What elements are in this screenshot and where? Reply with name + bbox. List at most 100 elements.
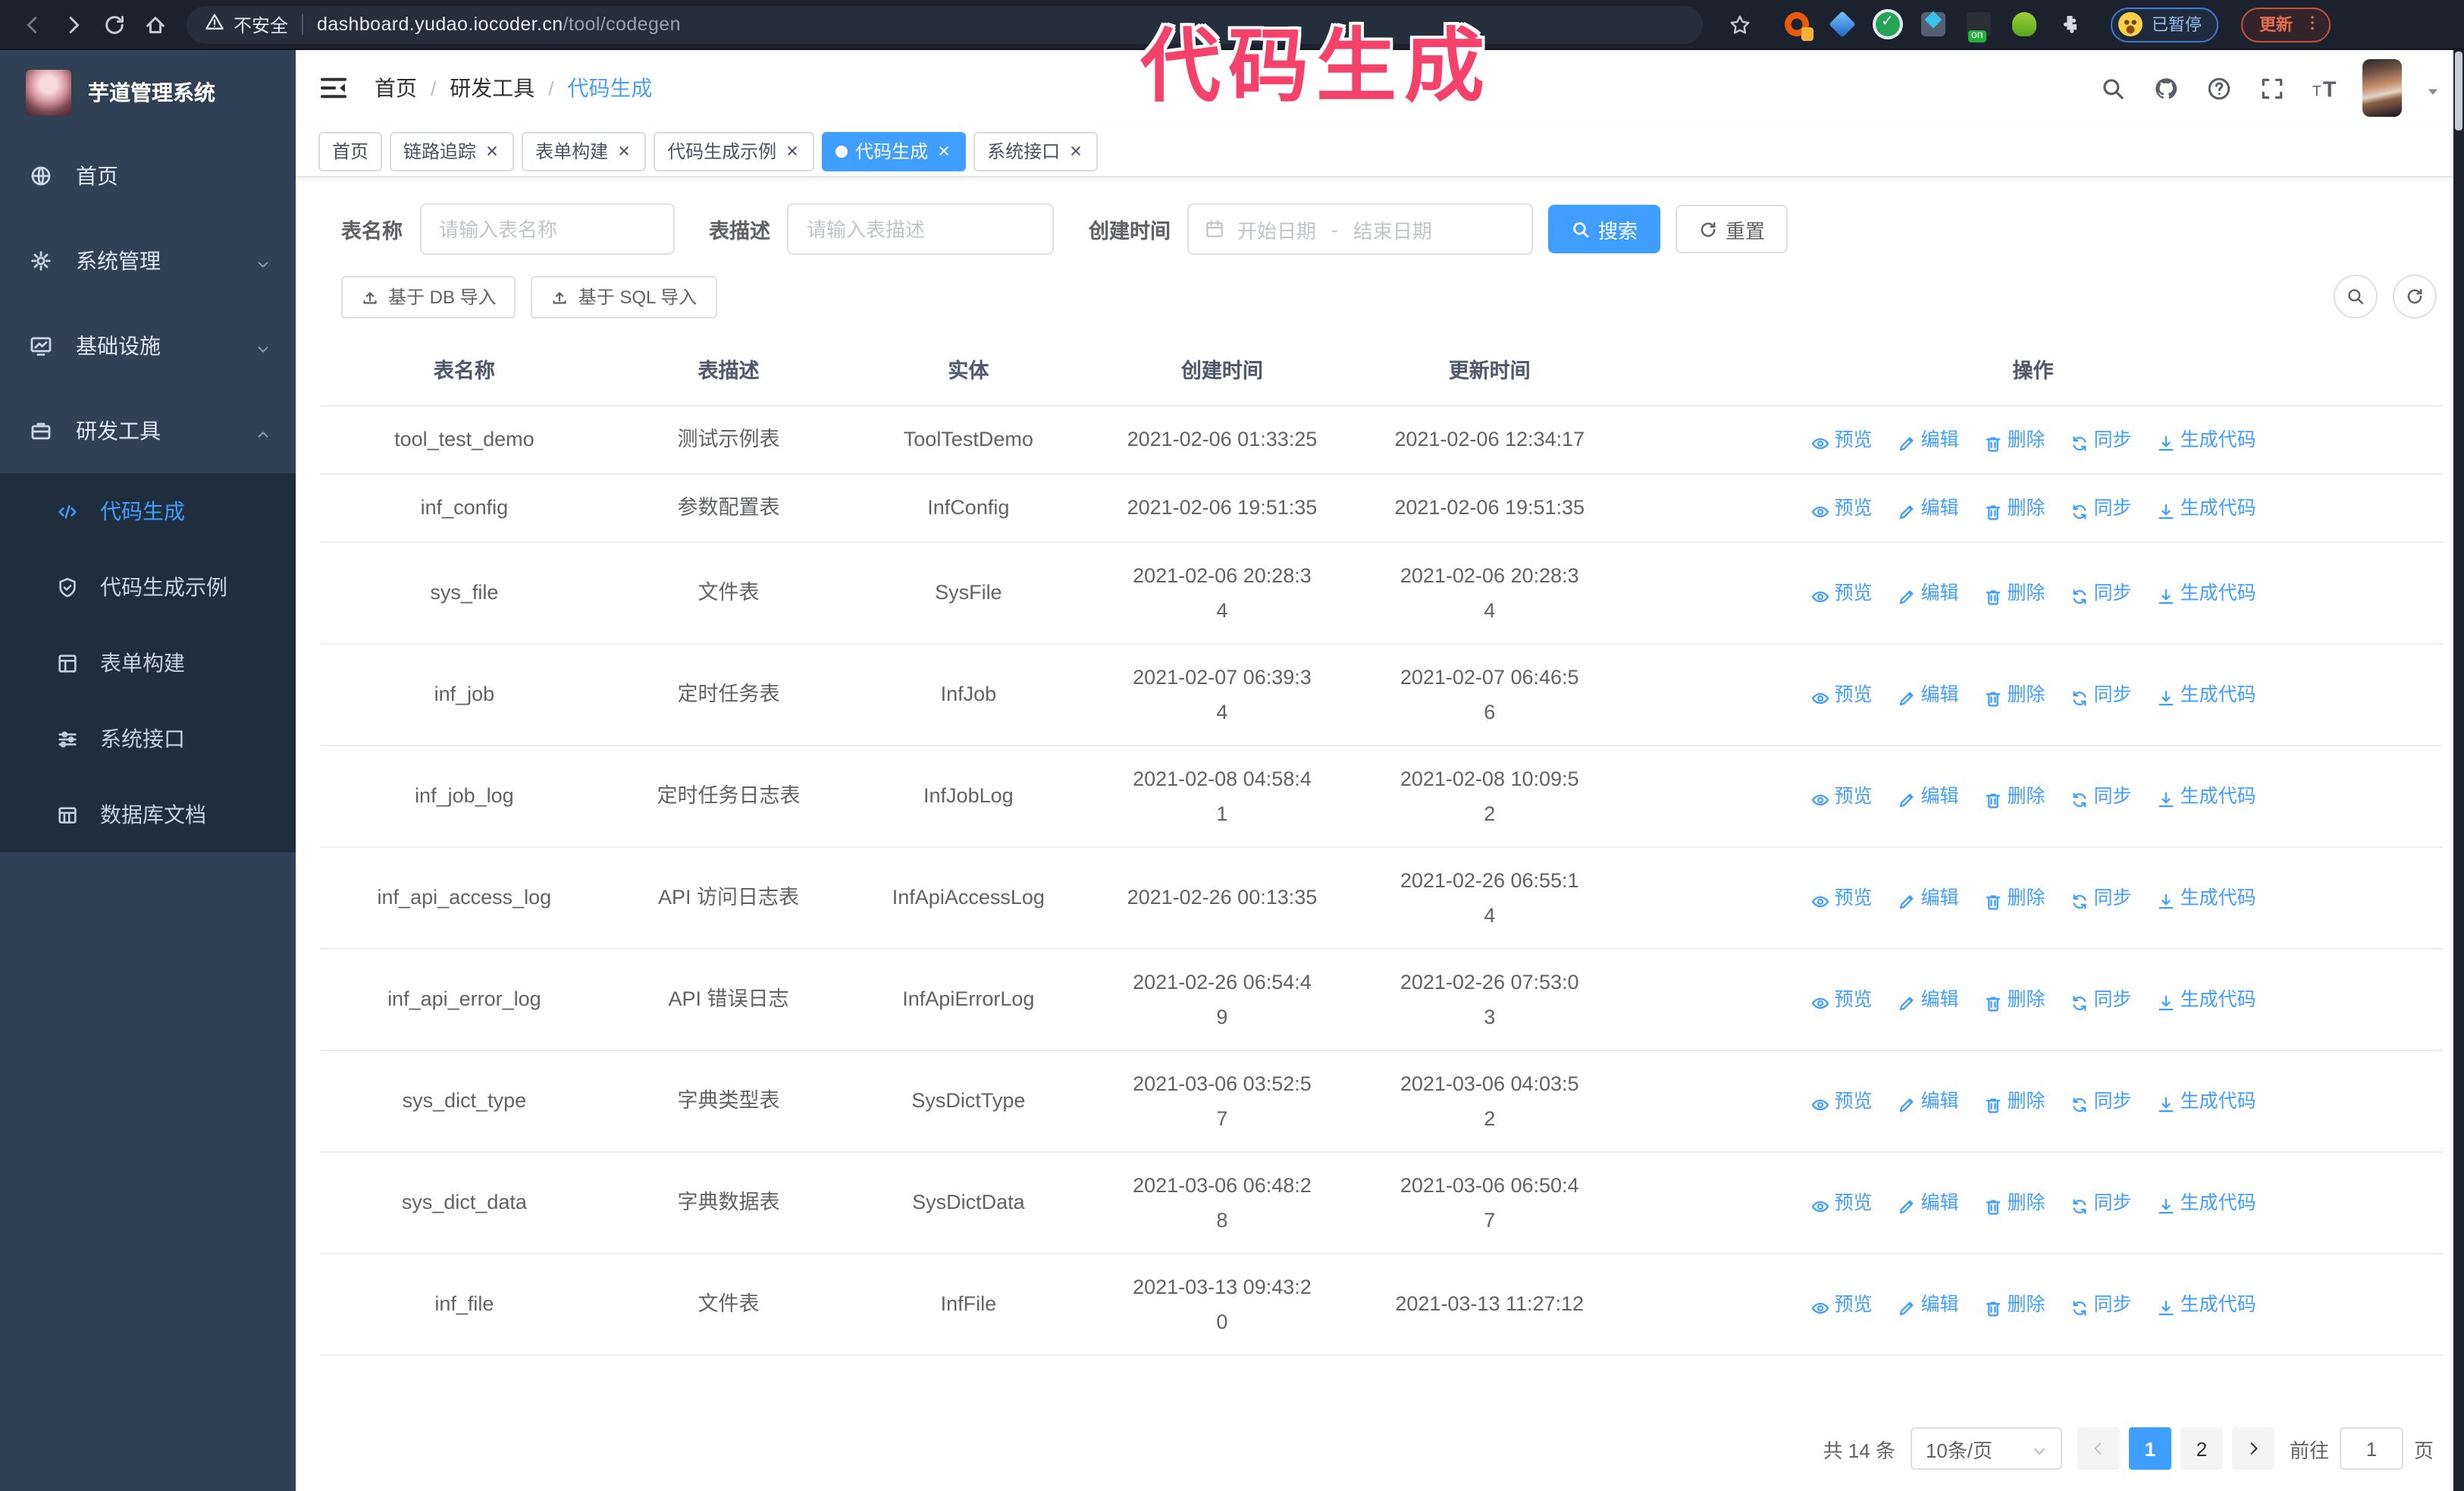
close-icon[interactable] [1067, 143, 1084, 159]
toggle-search-button[interactable] [2334, 275, 2378, 319]
sidebar-item[interactable]: 基础设施 [0, 303, 296, 388]
sidebar-subitem[interactable]: 数据库文档 [0, 777, 296, 852]
app-logo-row[interactable]: 芋道管理系统 [0, 50, 296, 133]
search-button[interactable]: 搜索 [1548, 205, 1661, 253]
sidebar-item[interactable]: 研发工具 [0, 388, 296, 473]
extension-check-icon[interactable] [1876, 12, 1900, 36]
extension-on-icon[interactable] [1967, 12, 1991, 42]
table-name-input[interactable] [419, 203, 674, 255]
action-delete[interactable]: 删除 [1983, 1085, 2045, 1119]
action-sync[interactable]: 同步 [2070, 780, 2132, 815]
profile-paused-badge[interactable]: 已暂停 [2111, 7, 2218, 42]
action-edit[interactable]: 编辑 [1897, 881, 1959, 916]
next-page-button[interactable] [2231, 1427, 2274, 1470]
forward-icon[interactable] [56, 8, 89, 41]
action-preview[interactable]: 预览 [1810, 576, 1873, 611]
close-icon[interactable] [936, 143, 952, 159]
github-icon[interactable] [2150, 73, 2180, 103]
date-range-picker[interactable]: 开始日期 - 结束日期 [1187, 203, 1533, 255]
action-sync[interactable]: 同步 [2070, 983, 2132, 1018]
action-preview[interactable]: 预览 [1810, 1085, 1873, 1119]
search-icon[interactable] [2097, 73, 2127, 103]
action-generate-code[interactable]: 生成代码 [2156, 1186, 2256, 1221]
action-edit[interactable]: 编辑 [1897, 423, 1959, 458]
action-sync[interactable]: 同步 [2070, 678, 2132, 713]
action-preview[interactable]: 预览 [1810, 423, 1873, 458]
action-edit[interactable]: 编辑 [1897, 983, 1959, 1018]
action-generate-code[interactable]: 生成代码 [2156, 881, 2256, 916]
extension-orange-icon[interactable] [1785, 12, 1814, 41]
scrollbar[interactable] [2453, 50, 2464, 1491]
action-sync[interactable]: 同步 [2070, 1288, 2132, 1323]
action-preview[interactable]: 预览 [1810, 1288, 1873, 1323]
bookmark-star-icon[interactable] [1723, 8, 1756, 41]
breadcrumb-item[interactable]: 研发工具 [450, 73, 534, 103]
action-edit[interactable]: 编辑 [1897, 780, 1959, 815]
user-menu-caret-icon[interactable] [2425, 80, 2441, 96]
sidebar-item[interactable]: 首页 [0, 133, 296, 218]
tag-view[interactable]: 代码生成示例 [654, 131, 815, 171]
action-edit[interactable]: 编辑 [1897, 1085, 1959, 1119]
sidebar-subitem[interactable]: 表单构建 [0, 625, 296, 701]
action-edit[interactable]: 编辑 [1897, 1186, 1959, 1221]
font-size-icon[interactable]: TT [2309, 73, 2340, 103]
action-edit[interactable]: 编辑 [1897, 491, 1959, 526]
close-icon[interactable] [784, 143, 801, 159]
action-sync[interactable]: 同步 [2070, 1186, 2132, 1221]
user-avatar[interactable] [2362, 59, 2402, 117]
close-icon[interactable] [484, 143, 500, 159]
action-sync[interactable]: 同步 [2070, 1085, 2132, 1119]
action-generate-code[interactable]: 生成代码 [2156, 1085, 2256, 1119]
action-delete[interactable]: 删除 [1983, 983, 2045, 1018]
action-delete[interactable]: 删除 [1983, 576, 2045, 611]
sidebar-subitem[interactable]: 代码生成示例 [0, 549, 296, 625]
sidebar-item[interactable]: 系统管理 [0, 218, 296, 303]
puzzle-icon[interactable] [2058, 12, 2082, 36]
action-sync[interactable]: 同步 [2070, 491, 2132, 526]
action-edit[interactable]: 编辑 [1897, 576, 1959, 611]
help-icon[interactable] [2203, 73, 2234, 103]
page-size-select[interactable]: 10条/页 [1910, 1427, 2062, 1470]
tag-view[interactable]: 表单构建 [522, 131, 647, 171]
collapse-sidebar-icon[interactable] [318, 73, 349, 103]
action-generate-code[interactable]: 生成代码 [2156, 780, 2256, 815]
tag-view[interactable]: 代码生成 [822, 131, 967, 171]
prev-page-button[interactable] [2077, 1427, 2120, 1470]
action-preview[interactable]: 预览 [1810, 983, 1873, 1018]
action-sync[interactable]: 同步 [2070, 423, 2132, 458]
back-icon[interactable] [15, 8, 49, 41]
chrome-update-button[interactable]: 更新 [2241, 7, 2331, 42]
fullscreen-icon[interactable] [2256, 73, 2287, 103]
action-generate-code[interactable]: 生成代码 [2156, 423, 2256, 458]
action-generate-code[interactable]: 生成代码 [2156, 983, 2256, 1018]
action-delete[interactable]: 删除 [1983, 678, 2045, 713]
security-status[interactable]: 不安全 [205, 11, 288, 37]
action-preview[interactable]: 预览 [1810, 881, 1873, 916]
close-icon[interactable] [616, 143, 632, 159]
extension-diamond-icon[interactable] [1829, 11, 1856, 38]
tag-view[interactable]: 链路追踪 [390, 131, 515, 171]
action-edit[interactable]: 编辑 [1897, 1288, 1959, 1323]
action-delete[interactable]: 删除 [1983, 1186, 2045, 1221]
action-generate-code[interactable]: 生成代码 [2156, 1288, 2256, 1323]
action-delete[interactable]: 删除 [1983, 1288, 2045, 1323]
table-desc-input[interactable] [787, 203, 1054, 255]
action-generate-code[interactable]: 生成代码 [2156, 576, 2256, 611]
action-generate-code[interactable]: 生成代码 [2156, 678, 2256, 713]
reload-icon[interactable] [97, 8, 130, 41]
action-edit[interactable]: 编辑 [1897, 678, 1959, 713]
action-preview[interactable]: 预览 [1810, 491, 1873, 526]
action-sync[interactable]: 同步 [2070, 881, 2132, 916]
action-delete[interactable]: 删除 [1983, 491, 2045, 526]
sidebar-subitem[interactable]: 代码生成 [0, 473, 296, 549]
import-db-button[interactable]: 基于 DB 导入 [341, 275, 516, 318]
goto-page-input[interactable] [2339, 1427, 2403, 1470]
scrollbar-thumb[interactable] [2455, 52, 2462, 130]
action-preview[interactable]: 预览 [1810, 780, 1873, 815]
action-sync[interactable]: 同步 [2070, 576, 2132, 611]
page-button-1[interactable]: 1 [2128, 1427, 2171, 1470]
tag-view[interactable]: 首页 [318, 131, 383, 171]
import-sql-button[interactable]: 基于 SQL 导入 [531, 275, 717, 318]
menu-dots-icon[interactable] [2303, 13, 2321, 36]
reset-button[interactable]: 重置 [1676, 205, 1788, 253]
